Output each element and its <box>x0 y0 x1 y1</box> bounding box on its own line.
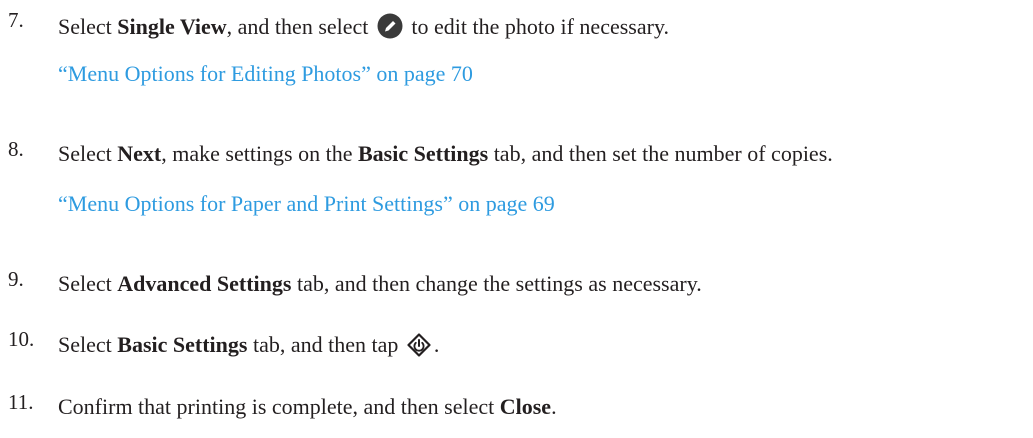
link-editing-photos[interactable]: “Menu Options for Editing Photos” on pag… <box>58 63 473 85</box>
step-text: Confirm that printing is complete, and t… <box>58 394 557 419</box>
step-number: 7. <box>8 8 24 32</box>
advanced-settings-label: Advanced Settings <box>117 271 292 296</box>
step-text: Select Single View, and then select to e… <box>58 13 669 43</box>
basic-settings-label: Basic Settings <box>117 332 248 357</box>
single-view-label: Single View <box>117 14 227 39</box>
next-label: Next <box>117 141 162 166</box>
edit-pencil-icon <box>377 13 403 43</box>
basic-settings-label: Basic Settings <box>358 141 489 166</box>
close-label: Close <box>499 394 552 419</box>
step-text: Select Next, make settings on the Basic … <box>58 141 833 166</box>
start-diamond-icon <box>407 333 431 361</box>
link-paper-print-settings[interactable]: “Menu Options for Paper and Print Settin… <box>58 193 555 215</box>
step-number: 10. <box>8 327 35 351</box>
step-number: 11. <box>8 390 34 414</box>
step-number: 9. <box>8 267 24 291</box>
step-number: 8. <box>8 137 24 161</box>
step-text: Select Basic Settings tab, and then tap … <box>58 333 439 361</box>
step-text: Select Advanced Settings tab, and then c… <box>58 271 702 296</box>
